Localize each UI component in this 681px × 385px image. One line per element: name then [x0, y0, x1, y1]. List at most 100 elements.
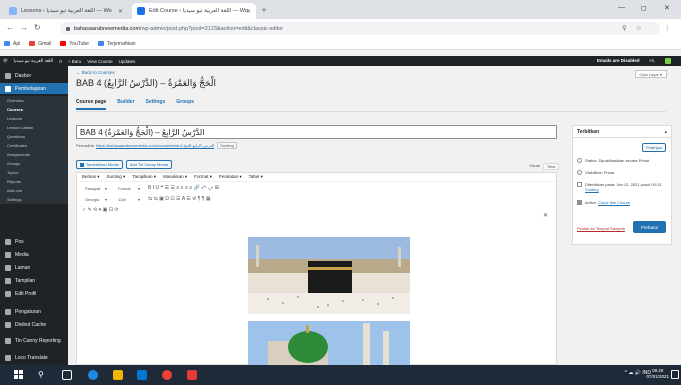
submenu-courses[interactable]: Courses [0, 105, 68, 114]
add-tin-canny-media-button[interactable]: Add Tin Canny Media [125, 160, 172, 169]
submenu-reports[interactable]: Reports [0, 177, 68, 186]
move-to-trash-link[interactable]: Pindah ke Tempat Sampah [577, 226, 625, 231]
back-to-courses-link[interactable]: ← Back to Courses [76, 70, 115, 75]
editor-toolbar-row-1: Paragraf ▾ Format ▾ B I U ❝ ☰ ☰ ≡ ≡ ≡ ≡ 🔗 … [77, 183, 556, 193]
sidebar-item-learning[interactable]: Pembelajaran [0, 83, 68, 94]
tab-close-icon[interactable]: ✕ [118, 8, 123, 15]
task-view-icon[interactable] [62, 370, 72, 380]
font-size-select[interactable]: 12pt ▾ [115, 196, 143, 203]
tab-settings[interactable]: Settings [146, 99, 166, 110]
submenu-overview[interactable]: Overview [0, 96, 68, 105]
menu-dots-icon[interactable]: ⋮ [664, 24, 671, 32]
bookmark-gmail[interactable]: Gmail [29, 41, 51, 47]
sidebar-item-media[interactable]: Media [0, 249, 68, 260]
permalink-edit-button[interactable]: Sunting [217, 142, 237, 149]
adminbar-view-course[interactable]: View Course [87, 59, 112, 64]
notification-icon[interactable] [671, 370, 679, 379]
edge-icon[interactable] [88, 370, 98, 380]
taskbar-clock[interactable]: 08.28 07/01/2021 [646, 368, 669, 380]
search-icon[interactable]: ⚲ [622, 24, 627, 32]
collapse-icon[interactable]: ▴ [664, 129, 667, 135]
submenu-certificates[interactable]: Certificates [0, 141, 68, 150]
bookmark-translate[interactable]: Terjemahkan [97, 41, 136, 47]
submenu-lesson-lathan[interactable]: Lesson Lathan [0, 123, 68, 132]
avatar[interactable] [665, 58, 671, 64]
sidebar-item-divibot-cache[interactable]: Divibot Cache [0, 319, 68, 330]
formatting-buttons[interactable]: B I U ❝ ☰ ☰ ≡ ≡ ≡ ≡ 🔗 ⤺ ⤻ ⊞ [148, 185, 219, 191]
mosque-image[interactable] [248, 321, 410, 365]
font-family-select[interactable]: Georgia ▾ [82, 196, 110, 203]
sidebar-item-profile[interactable]: Edit Profil [0, 288, 68, 299]
tab-text[interactable]: Teks [543, 163, 560, 170]
user-icon [5, 290, 11, 297]
menu-format[interactable]: Format ▾ [194, 174, 212, 180]
tab-groups[interactable]: Groups [176, 99, 194, 110]
submenu-addons[interactable]: Add-ons [0, 186, 68, 195]
submenu-settings[interactable]: Settings [0, 195, 68, 204]
sidebar-item-settings[interactable]: Pengaturan [0, 306, 68, 317]
report-icon [5, 337, 11, 344]
submenu-lessons[interactable]: Lessons [0, 114, 68, 123]
maximize-icon[interactable]: ◻ [641, 4, 647, 12]
add-media-button[interactable]: Tambahkan Media [76, 160, 123, 169]
submenu-questions[interactable]: Questions [0, 132, 68, 141]
clone-course-link[interactable]: Clone this Course [598, 200, 630, 205]
formatting-buttons[interactable]: ✓ ✎ ⟲ ▾ ▣ ⊡ ⟳ [82, 207, 119, 213]
chrome-icon[interactable] [162, 370, 172, 380]
paragraph-select[interactable]: Paragraf ▾ [82, 185, 110, 192]
submenu-topics[interactable]: Topics [0, 168, 68, 177]
pdf-reader-icon[interactable] [187, 370, 197, 380]
star-icon[interactable]: ☆ [636, 24, 642, 32]
sidebar-item-appearance[interactable]: Tampilan [0, 275, 68, 286]
adminbar-site-name[interactable]: اللغة العربية تيو سيديا [14, 58, 54, 64]
format-select[interactable]: Format ▾ [115, 185, 143, 192]
adminbar-updates[interactable]: Updates [119, 59, 136, 64]
tab-course-page[interactable]: Course page [76, 99, 107, 110]
new-tab-button[interactable]: + [258, 5, 270, 17]
close-window-icon[interactable]: ✕ [664, 4, 670, 12]
permalink-url[interactable]: https://bahasaarabnewmedia.com/courses/b… [96, 143, 214, 148]
menu-edit[interactable]: Sunting ▾ [107, 174, 126, 180]
wp-logo-icon[interactable]: Ⓦ [3, 58, 8, 64]
bookmark-apps[interactable]: Apl [4, 41, 20, 47]
post-title-input[interactable]: BAB 4 (الدَّرْسُ الرَّابِعُ – (الْحَجُّ … [76, 125, 557, 139]
windows-start-icon[interactable] [14, 370, 24, 380]
tab-builder[interactable]: Builder [117, 99, 134, 110]
menu-file[interactable]: Berkas ▾ [82, 174, 100, 180]
tab-visual[interactable]: Visual [529, 163, 540, 168]
edit-date-link[interactable]: Sunting [585, 187, 599, 192]
forward-arrow-icon[interactable]: → [20, 23, 28, 32]
submenu-assignments[interactable]: Assignments [0, 150, 68, 159]
sidebar-item-tin-canny[interactable]: Tin Canny Reporting [0, 333, 68, 348]
browser-tab-edit-course[interactable]: Edit Course ‹ اللغة العربية تيو سيديا — … [132, 3, 256, 19]
sidebar-item-loco-translate[interactable]: Loco Translate [0, 352, 68, 363]
publish-date: Diterbitkan pada: Jan 12, 2021 pukul 09:… [577, 182, 669, 192]
file-explorer-icon[interactable] [113, 370, 123, 380]
browser-tab-lessons[interactable]: Lessons ‹ اللغة العربية تيو سيديا — Wo ✕ [4, 3, 128, 19]
adminbar-greeting[interactable]: Hi, [650, 58, 656, 64]
update-button[interactable]: Perbarui [632, 221, 666, 233]
sidebar-item-posts[interactable]: Pos [0, 236, 68, 247]
address-bar[interactable]: bahasaarabnewmedia.com /wp-admin/post.ph… [60, 22, 660, 35]
adminbar-comments[interactable]: 0 [59, 59, 62, 64]
minimize-icon[interactable]: — [618, 4, 625, 11]
menu-view[interactable]: Tampilkan ▾ [132, 174, 156, 180]
store-icon[interactable] [137, 370, 147, 380]
sidebar-item-dashboard[interactable]: Dasbor [0, 70, 68, 81]
bookmark-youtube[interactable]: YouTube [60, 41, 89, 47]
menu-insert[interactable]: Masukkan ▾ [163, 174, 187, 180]
submenu-groups[interactable]: Groups [0, 159, 68, 168]
menu-tools[interactable]: Peralatan ▾ [219, 174, 242, 180]
search-icon[interactable]: ⚲ [38, 370, 48, 380]
kaaba-image[interactable] [248, 237, 410, 314]
reload-icon[interactable]: ↻ [34, 23, 41, 32]
screen-options-button[interactable]: Opsi Layar ▾ [634, 70, 667, 78]
close-icon[interactable]: ✕ [543, 212, 548, 219]
sidebar-item-pages[interactable]: Laman [0, 262, 68, 273]
tab-close-icon[interactable]: ✕ [246, 8, 251, 15]
preview-button[interactable]: Pratinjau [642, 143, 666, 152]
back-arrow-icon[interactable]: ← [6, 23, 14, 32]
adminbar-new[interactable]: + Baru [68, 59, 81, 64]
menu-table[interactable]: Tabel ▾ [249, 174, 263, 180]
formatting-buttons[interactable]: ⇆ ⇆ ▣ Ω ⊡ ☰ A ☰ ⊘ ¶ ¶ ▦ [148, 196, 211, 202]
